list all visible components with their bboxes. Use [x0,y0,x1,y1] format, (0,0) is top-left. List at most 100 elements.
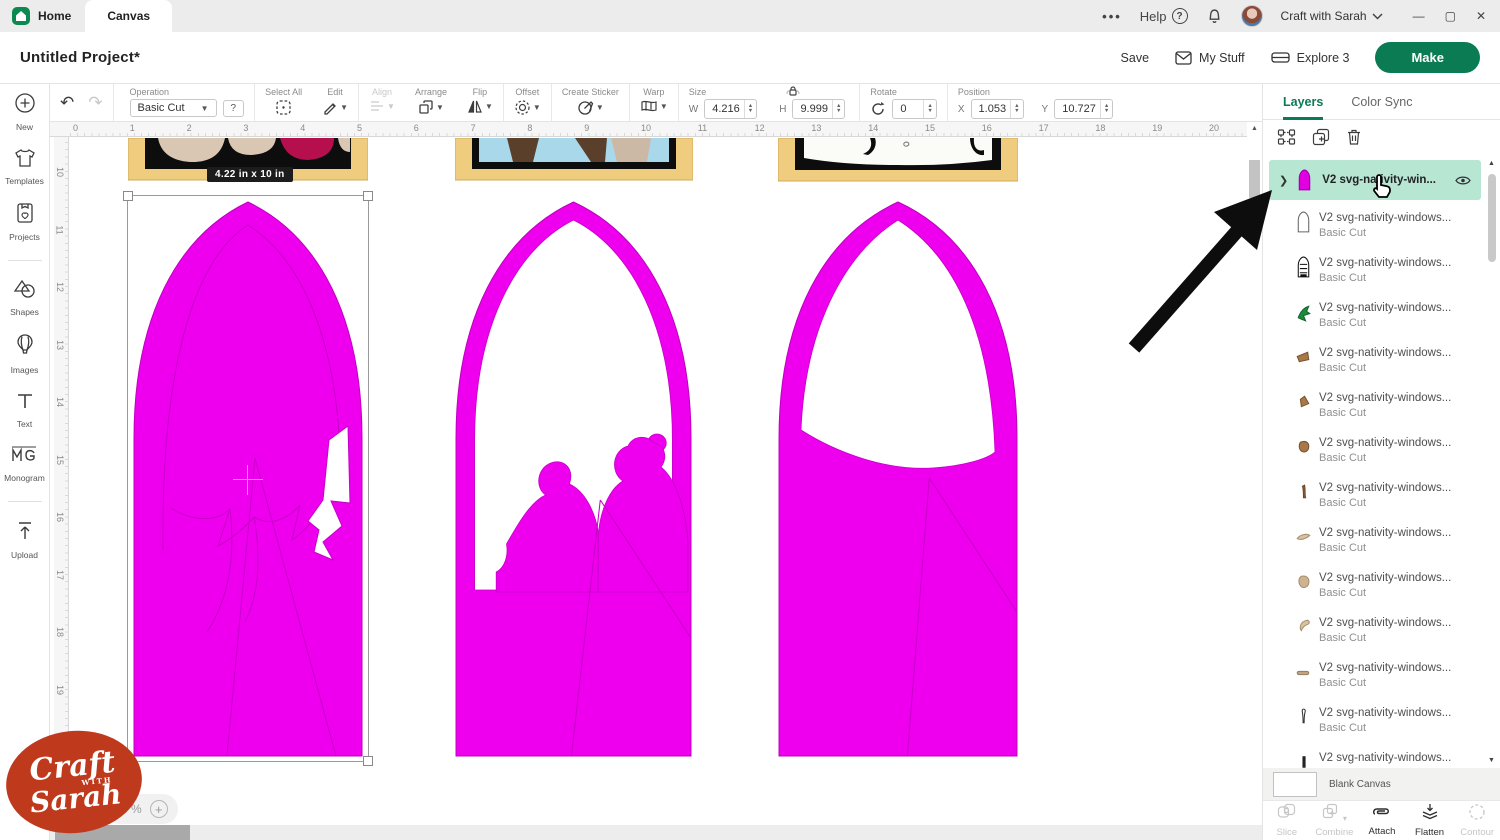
layer-row[interactable]: V2 svg-nativity-windows... Basic Cut [1263,385,1500,430]
x-stepper[interactable]: ▲▼ [1010,100,1022,118]
ungroup-icon[interactable] [1277,128,1296,146]
nativity-window-arch-3[interactable] [778,200,1018,757]
h-ruler-tick: 4 [300,123,305,133]
expand-chevron-icon[interactable]: ❯ [1279,174,1288,187]
h-ruler-tick: 18 [1095,123,1105,133]
sidebar-item-upload[interactable]: Upload [11,520,38,560]
operation-help-button[interactable]: ? [223,100,245,117]
notifications-bell-icon[interactable] [1206,8,1223,25]
layer-row[interactable]: V2 svg-nativity-windows... Basic Cut [1263,340,1500,385]
y-position-input[interactable]: 10.727▲▼ [1054,99,1113,119]
blank-canvas-label: Blank Canvas [1329,779,1391,790]
edit-pencil-icon[interactable]: ▼ [322,99,348,115]
flip-icon[interactable]: ▼ [467,99,493,114]
select-all-icon[interactable] [275,99,292,116]
selection-handle-top-left[interactable] [123,191,133,201]
offset-icon[interactable]: ▼ [514,99,541,116]
layer-row[interactable]: V2 svg-nativity-windows... Basic Cut [1263,475,1500,520]
zoom-in-icon[interactable]: + [150,800,168,818]
x-position-input[interactable]: 1.053▲▼ [971,99,1024,119]
layer-row[interactable]: V2 svg-nativity-windows... Basic Cut [1263,295,1500,340]
window-close-button[interactable]: ✕ [1476,9,1486,23]
sidebar-item-templates[interactable]: Templates [5,148,44,186]
layer-row[interactable]: V2 svg-nativity-windows... Basic Cut [1263,700,1500,745]
combine-button[interactable]: ▾Combine [1311,801,1359,840]
sidebar-item-text[interactable]: Text [15,391,35,429]
action-label: Slice [1277,827,1298,838]
arrange-icon[interactable]: ▼ [418,99,444,115]
blank-canvas-thumbnail[interactable] [1273,772,1317,797]
layer-row[interactable]: V2 svg-nativity-windows... Basic Cut [1263,655,1500,700]
height-stepper[interactable]: ▲▼ [832,100,844,118]
blank-canvas-row[interactable]: Blank Canvas [1263,768,1500,800]
layer-row[interactable]: V2 svg-nativity-windows... Basic Cut [1263,565,1500,610]
layer-row-selected[interactable]: ❯ V2 svg-nativity-win... [1269,160,1481,200]
align-icon[interactable]: ▼ [369,99,395,113]
layer-name: V2 svg-nativity-windows... [1319,481,1451,496]
attach-button[interactable]: Attach [1358,801,1406,840]
rotate-input[interactable]: 0▲▼ [892,99,936,119]
visibility-eye-icon[interactable] [1455,175,1471,186]
sidebar-item-images[interactable]: Images [11,333,39,375]
layer-row[interactable]: V2 svg-nativity-windows... Basic Cut [1263,250,1500,295]
layers-scroll-thumb[interactable] [1488,174,1496,262]
my-stuff-button[interactable]: My Stuff [1175,51,1245,65]
window-maximize-button[interactable]: ▢ [1445,9,1456,23]
layers-scroll-down-icon[interactable]: ▼ [1488,757,1495,764]
sidebar-item-shapes[interactable]: Shapes [10,279,39,317]
width-input[interactable]: 4.216▲▼ [704,99,757,119]
sidebar-item-new[interactable]: New [14,92,36,132]
nativity-window-arch-1[interactable] [133,200,363,757]
selection-handle-top-right[interactable] [363,191,373,201]
sidebar-item-label: Projects [9,232,40,242]
layer-row[interactable]: V2 svg-nativity-windows... Basic Cut [1263,610,1500,655]
tab-layers[interactable]: Layers [1283,84,1323,120]
explore-machines-button[interactable]: Explore 3 [1271,51,1350,65]
sidebar-item-monogram[interactable]: Monogram [4,445,45,483]
tab-canvas[interactable]: Canvas [85,0,172,32]
size-lock-icon[interactable] [786,85,800,97]
design-canvas[interactable]: 01234567891011121314151617181920 1011121… [50,122,1262,840]
account-menu[interactable]: Craft with Sarah [1281,9,1383,23]
rotate-icon[interactable] [870,101,886,117]
slice-button[interactable]: Slice [1263,801,1311,840]
contour-button[interactable]: Contour [1453,801,1500,840]
window-minimize-button[interactable]: — [1413,9,1425,23]
sidebar-item-label: Upload [11,550,38,560]
v-scroll-thumb[interactable] [1249,160,1260,198]
redo-icon[interactable]: ↷ [88,93,102,113]
undo-icon[interactable]: ↶ [60,93,74,113]
layer-row[interactable]: V2 svg-nativity-windows... Basic Cut [1263,205,1500,250]
help-menu[interactable]: Help ? [1140,8,1188,24]
height-input[interactable]: 9.999▲▼ [792,99,845,119]
flatten-button[interactable]: Flatten [1406,801,1454,840]
more-menu-icon[interactable]: ••• [1102,9,1122,24]
combine-icon: ▾ [1322,803,1347,826]
create-sticker-icon[interactable]: ▼ [577,99,604,116]
layer-row[interactable]: V2 svg-nativity-windows... Basic Cut [1263,520,1500,565]
layer-row[interactable]: V2 svg-nativity-windows... Basic Cut [1263,430,1500,475]
operation-dropdown[interactable]: Basic Cut▼ [130,99,217,117]
y-stepper[interactable]: ▲▼ [1100,100,1112,118]
make-button[interactable]: Make [1375,42,1480,73]
sidebar-item-projects[interactable]: Projects [9,202,40,242]
scroll-up-icon[interactable]: ▲ [1251,125,1258,132]
delete-trash-icon[interactable] [1346,128,1362,146]
nativity-window-arch-2[interactable] [455,200,692,757]
width-stepper[interactable]: ▲▼ [744,100,756,118]
user-avatar[interactable] [1241,5,1263,27]
stained-glass-design-3[interactable] [778,138,1018,182]
layers-scrollbar[interactable]: ▲ ▼ [1487,160,1497,764]
tab-color-sync[interactable]: Color Sync [1351,84,1412,120]
duplicate-icon[interactable] [1312,128,1330,146]
warp-icon[interactable]: ▼ [640,99,668,113]
canvas-vertical-scrollbar[interactable]: ▲ [1247,122,1262,825]
layer-row[interactable]: V2 svg-nativity-windows... Basic Cut [1263,745,1500,768]
save-button[interactable]: Save [1121,51,1150,65]
layers-scroll-up-icon[interactable]: ▲ [1488,160,1495,167]
tab-home[interactable]: Home [0,0,85,32]
selection-handle-bottom-right[interactable] [363,756,373,766]
rotate-stepper[interactable]: ▲▼ [923,100,935,118]
stained-glass-design-2[interactable] [455,138,693,181]
canvas-horizontal-scrollbar[interactable] [50,825,1262,840]
